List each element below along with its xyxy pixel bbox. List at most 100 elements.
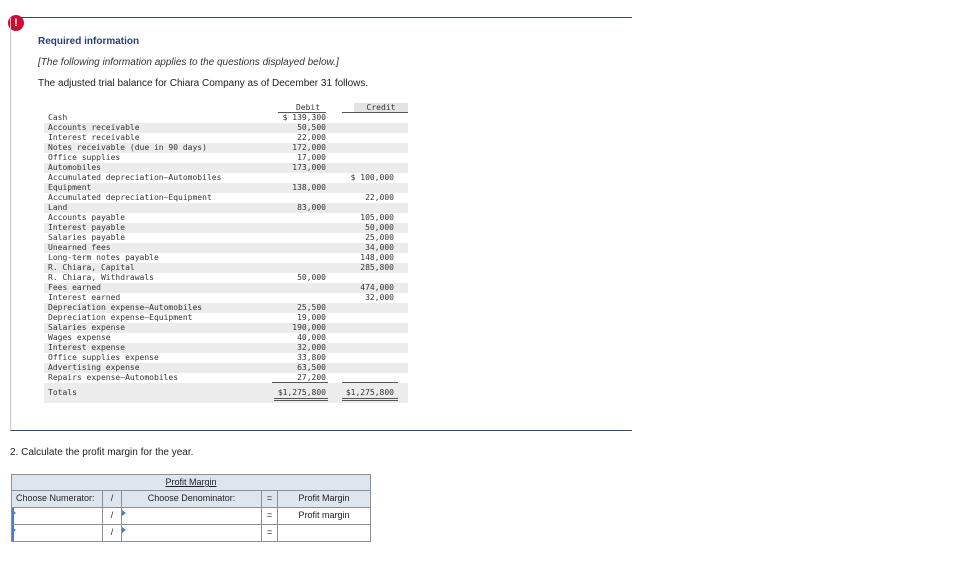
account-name: Office supplies — [48, 153, 121, 162]
trial-balance-row: R. Chiara, Capital 285,800 — [44, 263, 408, 273]
result-input-2[interactable] — [278, 525, 370, 541]
denominator-header: Choose Denominator: — [122, 491, 262, 507]
account-name: Land — [48, 203, 68, 212]
account-name: Depreciation expense—Automobiles — [48, 303, 203, 312]
account-name: Automobiles — [48, 163, 101, 172]
trial-balance-row: Automobiles 173,000 — [44, 163, 408, 173]
account-name: Office supplies expense — [48, 353, 159, 362]
debit-amount: 83,000 — [297, 203, 326, 212]
trial-balance-row: Interest payable 50,000 — [44, 223, 408, 233]
debit-amount: 190,000 — [292, 323, 326, 332]
trial-balance-row: Notes receivable (due in 90 days) 172,000 — [44, 143, 408, 153]
equals-sign: = — [262, 525, 278, 541]
credit-amount: 474,000 — [360, 283, 394, 292]
result-label-1: Profit margin — [298, 510, 350, 520]
debit-amount: 173,000 — [292, 163, 326, 172]
debit-amount: $ 139,300 — [282, 113, 326, 122]
trial-balance-row: Salaries payable 25,000 — [44, 233, 408, 243]
account-name: R. Chiara, Capital — [48, 263, 135, 272]
credit-amount: 105,000 — [360, 213, 394, 222]
account-name: Advertising expense — [48, 363, 140, 372]
account-name: Salaries expense — [48, 323, 126, 332]
debit-amount: 32,000 — [297, 343, 326, 352]
account-name: Interest receivable — [48, 133, 140, 142]
denominator-select-1[interactable] — [122, 508, 262, 524]
trial-balance-row: Accounts receivable 50,500 — [44, 123, 408, 133]
account-name: Long-term notes payable — [48, 253, 159, 262]
trial-balance-row: Advertising expense 63,500 — [44, 363, 408, 373]
credit-amount: 32,000 — [365, 293, 394, 302]
account-name: Fees earned — [48, 283, 101, 292]
intro-text: The adjusted trial balance for Chiara Co… — [38, 78, 369, 89]
account-name: Unearned fees — [48, 243, 111, 252]
required-information-title: Required information — [38, 36, 140, 47]
profit-margin-title: Profit Margin — [12, 475, 370, 490]
trial-balance-row: Fees earned 474,000 — [44, 283, 408, 293]
profit-margin-header-row: Choose Numerator: / Choose Denominator: … — [12, 490, 370, 507]
credit-header: Credit — [354, 103, 408, 112]
trial-balance-header: Debit Credit — [44, 103, 408, 113]
profit-margin-row-2: / = — [12, 524, 370, 541]
trial-balance-row: Office supplies 17,000 — [44, 153, 408, 163]
trial-balance-row: R. Chiara, Withdrawals 50,000 — [44, 273, 408, 283]
trial-balance-row: Accumulated depreciation—Equipment 22,000 — [44, 193, 408, 203]
account-name: Equipment — [48, 183, 92, 192]
trial-balance-row: Interest earned 32,000 — [44, 293, 408, 303]
trial-balance-row: Accounts payable 105,000 — [44, 213, 408, 223]
trial-balance-row: Depreciation expense—Equipment 19,000 — [44, 313, 408, 323]
debit-amount: 50,500 — [297, 123, 326, 132]
debit-amount: 22,000 — [297, 133, 326, 142]
debit-amount: 40,000 — [297, 333, 326, 342]
credit-amount: 285,800 — [360, 263, 394, 272]
divide-sign: / — [103, 525, 122, 541]
trial-balance-row: Interest expense 32,000 — [44, 343, 408, 353]
credit-amount: $ 100,000 — [350, 173, 394, 182]
trial-balance-row: Land 83,000 — [44, 203, 408, 213]
trial-balance-row: Repairs expense—Automobiles 27,200 — [44, 373, 408, 383]
question-text: 2. Calculate the profit margin for the y… — [10, 447, 194, 458]
equals-sign: = — [262, 491, 278, 507]
account-name: Accumulated depreciation—Automobiles — [48, 173, 222, 182]
trial-balance-row: Salaries expense 190,000 — [44, 323, 408, 333]
trial-balance-row: Accumulated depreciation—Automobiles $ 10… — [44, 173, 408, 183]
account-name: Interest earned — [48, 293, 121, 302]
trial-balance-row: Cash $ 139,300 — [44, 113, 408, 123]
account-name: Interest payable — [48, 223, 126, 232]
equals-sign: = — [262, 508, 278, 524]
debit-amount: 63,500 — [297, 363, 326, 372]
debit-amount: 50,000 — [297, 273, 326, 282]
account-name: Notes receivable (due in 90 days) — [48, 143, 207, 152]
denominator-input-2[interactable] — [122, 525, 262, 541]
credit-amount: 148,000 — [360, 253, 394, 262]
account-name: Accumulated depreciation—Equipment — [48, 193, 212, 202]
profit-margin-row-1: / = Profit margin — [12, 507, 370, 524]
profit-margin-table: Profit Margin Choose Numerator: / Choose… — [11, 474, 371, 542]
trial-balance-row: Office supplies expense 33,800 — [44, 353, 408, 363]
credit-amount: 34,000 — [365, 243, 394, 252]
debit-amount: 25,500 — [297, 303, 326, 312]
account-name: Depreciation expense—Equipment — [48, 313, 193, 322]
trial-balance-row: Interest receivable 22,000 — [44, 133, 408, 143]
result-header: Profit Margin — [298, 493, 350, 503]
debit-amount: 19,000 — [297, 313, 326, 322]
account-name: Repairs expense—Automobiles — [48, 373, 179, 382]
divide-sign: / — [103, 491, 122, 507]
trial-balance-row: Wages expense 40,000 — [44, 333, 408, 343]
account-name: Interest expense — [48, 343, 126, 352]
credit-amount: 50,000 — [365, 223, 394, 232]
numerator-select-1[interactable] — [12, 508, 103, 524]
debit-amount: 138,000 — [292, 183, 326, 192]
credit-amount: 22,000 — [365, 193, 394, 202]
trial-balance-row: Unearned fees 34,000 — [44, 243, 408, 253]
trial-balance-row: Equipment 138,000 — [44, 183, 408, 193]
account-name: Wages expense — [48, 333, 111, 342]
info-note: [The following information applies to th… — [38, 57, 339, 68]
account-name: Accounts payable — [48, 213, 126, 222]
credit-amount: 25,000 — [365, 233, 394, 242]
account-name: Salaries payable — [48, 233, 126, 242]
debit-amount: 17,000 — [297, 153, 326, 162]
divide-sign: / — [103, 508, 122, 524]
account-name: Accounts receivable — [48, 123, 140, 132]
numerator-input-2[interactable] — [12, 525, 103, 541]
account-name: Cash — [48, 113, 68, 122]
